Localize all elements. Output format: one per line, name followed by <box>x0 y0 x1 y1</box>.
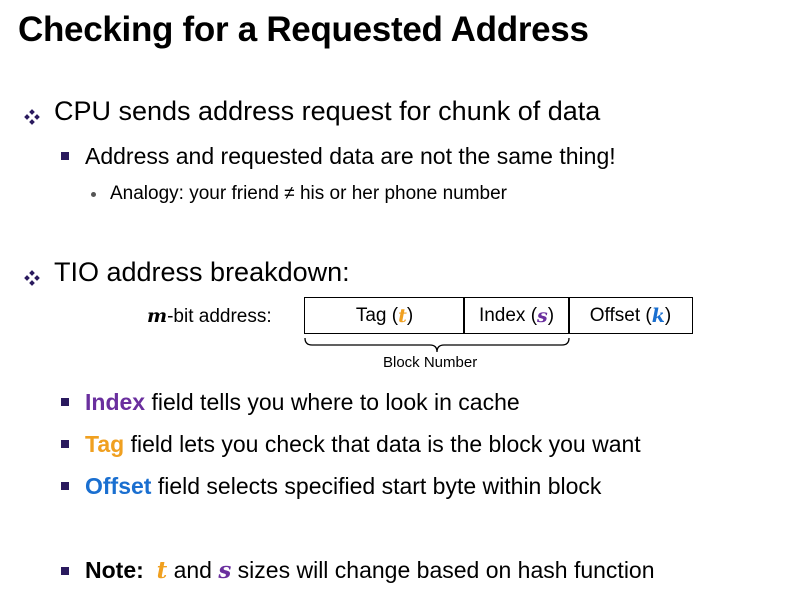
offset-field-box: Offset (k) <box>568 297 693 334</box>
bullet-cpu-request: CPU sends address request for chunk of d… <box>54 96 601 126</box>
square-bullet-icon <box>61 482 69 490</box>
index-field-box: Index (s) <box>463 297 570 334</box>
s-variable: s <box>537 304 548 327</box>
m-variable: m <box>147 305 168 327</box>
s-variable: s <box>218 557 232 584</box>
block-number-label: Block Number <box>383 354 478 371</box>
slide-title: Checking for a Requested Address <box>18 10 589 49</box>
square-bullet-icon <box>61 152 69 160</box>
block-number-brace <box>304 337 570 353</box>
sub-sub-bullet-analogy: Analogy: your friend ≠ his or her phone … <box>110 183 507 204</box>
square-bullet-icon <box>61 398 69 406</box>
sub-bullet-offset: Offset field selects specified start byt… <box>85 473 602 499</box>
diamond-bullet-icon <box>24 109 40 125</box>
sub-bullet-address-vs-data: Address and requested data are not the s… <box>85 143 616 169</box>
square-bullet-icon <box>61 440 69 448</box>
dot-bullet-icon <box>91 192 96 197</box>
sub-bullet-index: Index field tells you where to look in c… <box>85 389 520 415</box>
t-variable: t <box>398 304 407 327</box>
t-variable: t <box>156 557 168 584</box>
sub-bullet-tag: Tag field lets you check that data is th… <box>85 431 641 457</box>
diamond-bullet-icon <box>24 270 40 286</box>
k-variable: k <box>651 304 665 327</box>
square-bullet-icon <box>61 567 69 575</box>
bullet-tio-breakdown: TIO address breakdown: <box>54 257 350 287</box>
address-label: m-bit address: <box>147 305 272 327</box>
tag-field-box: Tag (t) <box>304 297 465 334</box>
sub-bullet-note: Note: t and s sizes will change based on… <box>85 557 655 584</box>
